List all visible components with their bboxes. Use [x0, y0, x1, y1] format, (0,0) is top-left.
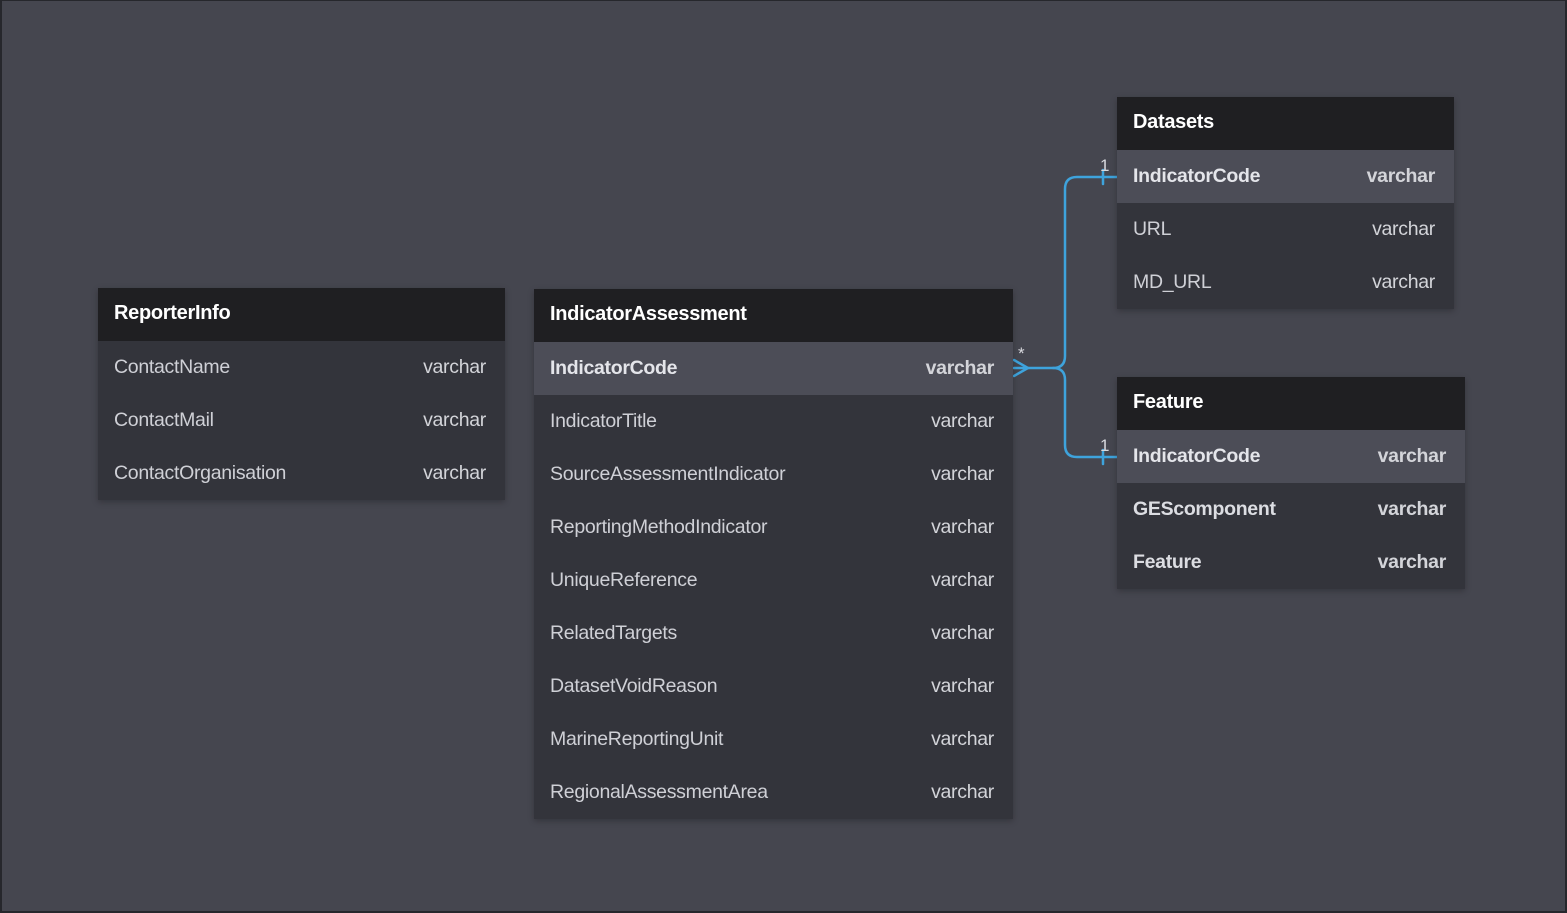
table-title[interactable]: Datasets	[1117, 97, 1454, 150]
field-name: RelatedTargets	[550, 622, 677, 644]
field-type: varchar	[931, 516, 994, 538]
field-type: varchar	[931, 463, 994, 485]
table-title[interactable]: IndicatorAssessment	[534, 289, 1013, 342]
cardinality-one-datasets: 1	[1100, 156, 1109, 175]
table-row[interactable]: URL varchar	[1117, 203, 1454, 256]
field-type: varchar	[423, 462, 486, 484]
table-row[interactable]: RelatedTargets varchar	[534, 607, 1013, 660]
field-type: varchar	[1377, 445, 1447, 467]
table-row[interactable]: MD_URL varchar	[1117, 256, 1454, 309]
table-row[interactable]: DatasetVoidReason varchar	[534, 660, 1013, 713]
field-name: SourceAssessmentIndicator	[550, 463, 786, 485]
cardinality-one-feature: 1	[1100, 436, 1109, 455]
table-row[interactable]: ContactName varchar	[98, 341, 505, 394]
field-type: varchar	[931, 675, 994, 697]
table-row[interactable]: IndicatorTitle varchar	[534, 395, 1013, 448]
field-name: MarineReportingUnit	[550, 728, 724, 750]
field-name: ReportingMethodIndicator	[550, 516, 768, 538]
field-type: varchar	[423, 356, 486, 378]
table-row[interactable]: RegionalAssessmentArea varchar	[534, 766, 1013, 819]
table-row[interactable]: SourceAssessmentIndicator varchar	[534, 448, 1013, 501]
table-row[interactable]: ContactMail varchar	[98, 394, 505, 447]
field-name: IndicatorCode	[550, 357, 678, 379]
field-type: varchar	[931, 569, 994, 591]
field-name: ContactOrganisation	[114, 462, 287, 484]
field-type: varchar	[931, 728, 994, 750]
field-name: GEScomponent	[1133, 498, 1276, 520]
field-name: ContactName	[114, 356, 230, 378]
diagram-canvas: * 1 1 ReporterInfo ContactName varchar C…	[2, 1, 1565, 911]
field-type: varchar	[1377, 551, 1447, 573]
table-row[interactable]: Feature varchar	[1117, 536, 1465, 589]
table-row-key[interactable]: IndicatorCode varchar	[534, 342, 1013, 395]
field-type: varchar	[423, 409, 486, 431]
field-type: varchar	[925, 357, 995, 379]
field-type: varchar	[931, 622, 994, 644]
table-row-key[interactable]: IndicatorCode varchar	[1117, 430, 1465, 483]
table-row[interactable]: ContactOrganisation varchar	[98, 447, 505, 500]
cardinality-many: *	[1018, 344, 1025, 363]
field-name: IndicatorTitle	[550, 410, 657, 432]
field-name: IndicatorCode	[1133, 165, 1261, 187]
field-name: IndicatorCode	[1133, 445, 1261, 467]
field-name: ContactMail	[114, 409, 214, 431]
field-name: URL	[1133, 218, 1172, 240]
field-type: varchar	[1377, 498, 1447, 520]
table-datasets[interactable]: Datasets IndicatorCode varchar URL varch…	[1117, 97, 1454, 309]
field-type: varchar	[1366, 165, 1436, 187]
table-title[interactable]: ReporterInfo	[98, 288, 505, 341]
table-row-key[interactable]: IndicatorCode varchar	[1117, 150, 1454, 203]
crowfoot-many	[1012, 358, 1031, 378]
table-row[interactable]: GEScomponent varchar	[1117, 483, 1465, 536]
table-indicatorassessment[interactable]: IndicatorAssessment IndicatorCode varcha…	[534, 289, 1013, 819]
link-to-feature	[1051, 366, 1119, 459]
field-name: Feature	[1133, 551, 1202, 573]
table-row[interactable]: ReportingMethodIndicator varchar	[534, 501, 1013, 554]
link-to-datasets	[1012, 175, 1119, 370]
table-title[interactable]: Feature	[1117, 377, 1465, 430]
field-type: varchar	[931, 781, 994, 803]
field-type: varchar	[1372, 218, 1435, 240]
field-name: RegionalAssessmentArea	[550, 781, 768, 803]
table-reporterinfo[interactable]: ReporterInfo ContactName varchar Contact…	[98, 288, 505, 500]
table-feature[interactable]: Feature IndicatorCode varchar GEScompone…	[1117, 377, 1465, 589]
field-name: DatasetVoidReason	[550, 675, 718, 697]
field-type: varchar	[1372, 271, 1435, 293]
table-row[interactable]: MarineReportingUnit varchar	[534, 713, 1013, 766]
field-name: MD_URL	[1133, 271, 1212, 293]
field-type: varchar	[931, 410, 994, 432]
table-row[interactable]: UniqueReference varchar	[534, 554, 1013, 607]
field-name: UniqueReference	[550, 569, 698, 591]
